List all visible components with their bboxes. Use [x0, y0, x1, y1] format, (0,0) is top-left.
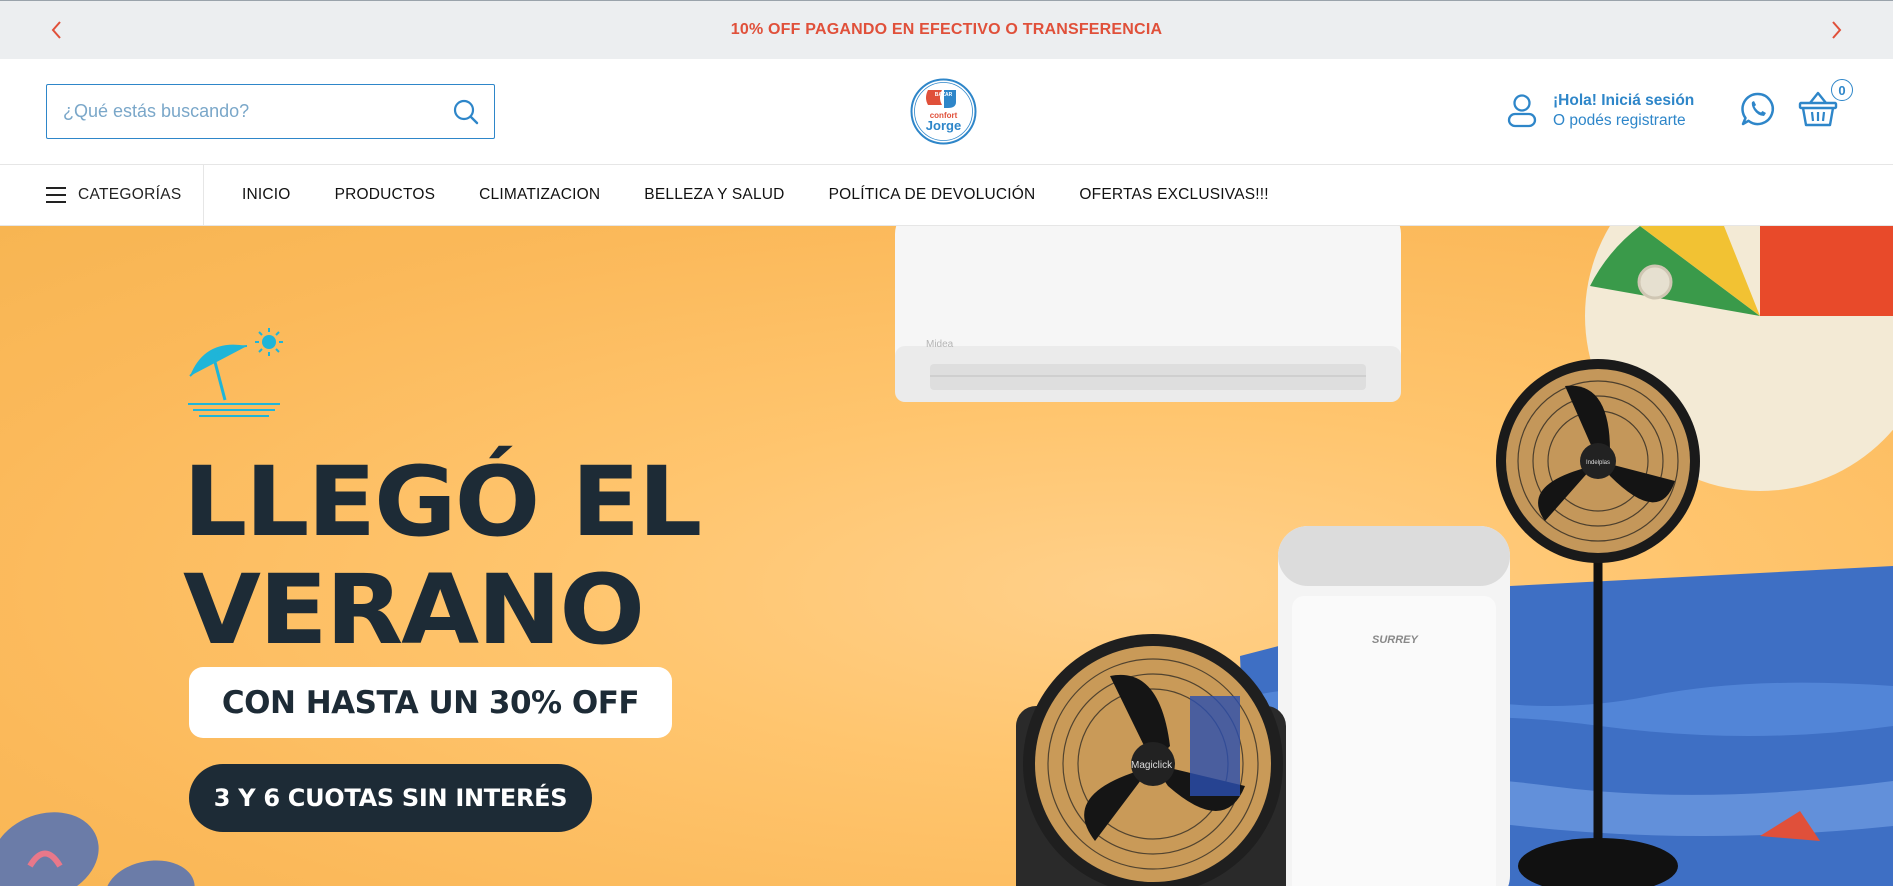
categories-button[interactable]: CATEGORÍAS — [0, 165, 204, 225]
hero-title-line2: VERANO — [183, 554, 645, 666]
air-conditioner-image: Midea — [895, 226, 1401, 402]
nav-item-politica-devolucion[interactable]: POLÍTICA DE DEVOLUCIÓN — [829, 186, 1036, 204]
announcement-prev-button[interactable] — [42, 15, 72, 45]
discount-badge-text: CON HASTA UN 30% OFF — [221, 684, 640, 721]
portable-ac-image: SURREY — [1278, 526, 1510, 886]
nav-menu: INICIO PRODUCTOS CLIMATIZACION BELLEZA Y… — [242, 186, 1313, 204]
chevron-right-icon — [1832, 21, 1842, 39]
logo-line1: BAZAR — [935, 92, 953, 98]
installments-button[interactable]: 3 Y 6 CUOTAS SIN INTERÉS — [189, 764, 592, 832]
hero-title: LLEGÓ EL VERANO — [183, 446, 702, 666]
announcement-next-button[interactable] — [1821, 15, 1851, 45]
site-header: BAZAR confort Jorge ¡Hola! Iniciá sesión… — [0, 59, 1893, 165]
search-icon[interactable] — [452, 98, 480, 126]
hero-banner[interactable]: Midea SURREY Magiclick Indelplas LLEGÓ E… — [0, 226, 1893, 886]
account-link[interactable]: ¡Hola! Iniciá sesión O podés registrarte — [1505, 91, 1694, 131]
menu-icon — [46, 187, 66, 203]
nav-item-productos[interactable]: PRODUCTOS — [335, 186, 436, 204]
nav-item-ofertas-exclusivas[interactable]: OFERTAS EXCLUSIVAS!!! — [1079, 186, 1268, 204]
flip-flops-image — [0, 812, 195, 886]
store-logo[interactable]: BAZAR confort Jorge — [910, 78, 977, 145]
search-input[interactable] — [47, 85, 437, 138]
nav-item-belleza-y-salud[interactable]: BELLEZA Y SALUD — [644, 186, 784, 204]
chevron-left-icon — [51, 21, 61, 39]
announcement-message: 10% OFF PAGANDO EN EFECTIVO O TRANSFEREN… — [730, 21, 1163, 38]
discount-badge: CON HASTA UN 30% OFF — [189, 667, 672, 738]
umbrella-icon — [188, 328, 283, 417]
user-icon — [1507, 94, 1537, 128]
ac-brand-label: Midea — [926, 339, 954, 350]
nav-item-climatizacion[interactable]: CLIMATIZACION — [479, 186, 600, 204]
installments-button-text: 3 Y 6 CUOTAS SIN INTERÉS — [213, 784, 568, 812]
login-greeting[interactable]: ¡Hola! Iniciá sesión — [1553, 91, 1694, 111]
portable-brand-label: SURREY — [1372, 634, 1420, 646]
whatsapp-icon[interactable] — [1740, 91, 1776, 127]
hero-title-line1: LLEGÓ EL — [183, 446, 702, 558]
cart-count-badge: 0 — [1831, 79, 1853, 101]
fan2-brand-label: Indelplas — [1586, 460, 1610, 466]
search-box — [46, 84, 495, 139]
fan1-brand-label: Magiclick — [1131, 760, 1173, 771]
categories-label: CATEGORÍAS — [78, 186, 182, 203]
announcement-bar: 10% OFF PAGANDO EN EFECTIVO O TRANSFEREN… — [0, 0, 1893, 59]
register-link[interactable]: O podés registrarte — [1553, 111, 1694, 131]
main-nav: CATEGORÍAS INICIO PRODUCTOS CLIMATIZACIO… — [0, 165, 1893, 226]
nav-item-inicio[interactable]: INICIO — [242, 186, 291, 204]
logo-line3: Jorge — [926, 118, 961, 133]
